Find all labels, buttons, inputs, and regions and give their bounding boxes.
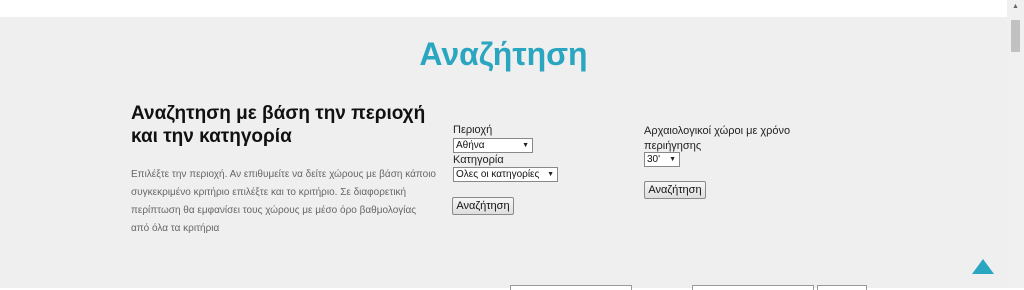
scroll-thumb[interactable] (1011, 20, 1020, 52)
scrollbar[interactable]: ▲ (1007, 0, 1024, 288)
region-search-button[interactable]: Αναζήτηση (452, 197, 514, 215)
category-label: Κατηγορία (453, 154, 504, 166)
help-text: Επιλέξτε την περιοχή. Αν επιθυμείτε να δ… (131, 169, 436, 234)
chevron-down-icon: ▼ (547, 171, 554, 178)
region-label: Περιοχή (453, 124, 493, 136)
section-heading: Αναζητηση με βάση την περιοχή και την κα… (131, 103, 426, 147)
duration-select[interactable]: 30' ▼ (644, 152, 680, 167)
category-select[interactable]: Ολες οι κατηγορίες ▼ (453, 167, 558, 182)
top-bar (0, 0, 1007, 17)
scroll-up-icon[interactable]: ▲ (1012, 3, 1019, 10)
category-select-value: Ολες οι κατηγορίες (456, 169, 540, 180)
duration-select-value: 30' (647, 154, 661, 165)
chevron-down-icon: ▼ (669, 156, 676, 163)
back-to-top-icon[interactable] (972, 259, 994, 274)
duration-label: Αρχαιολογικοί χώροι με χρόνο περιήγησης (644, 125, 791, 152)
duration-search-button[interactable]: Αναζήτηση (644, 181, 706, 199)
region-select[interactable]: Αθήνα ▼ (453, 138, 533, 153)
page-title: Αναζήτηση (419, 36, 588, 72)
chevron-down-icon: ▼ (522, 142, 529, 149)
region-select-value: Αθήνα (456, 140, 485, 151)
